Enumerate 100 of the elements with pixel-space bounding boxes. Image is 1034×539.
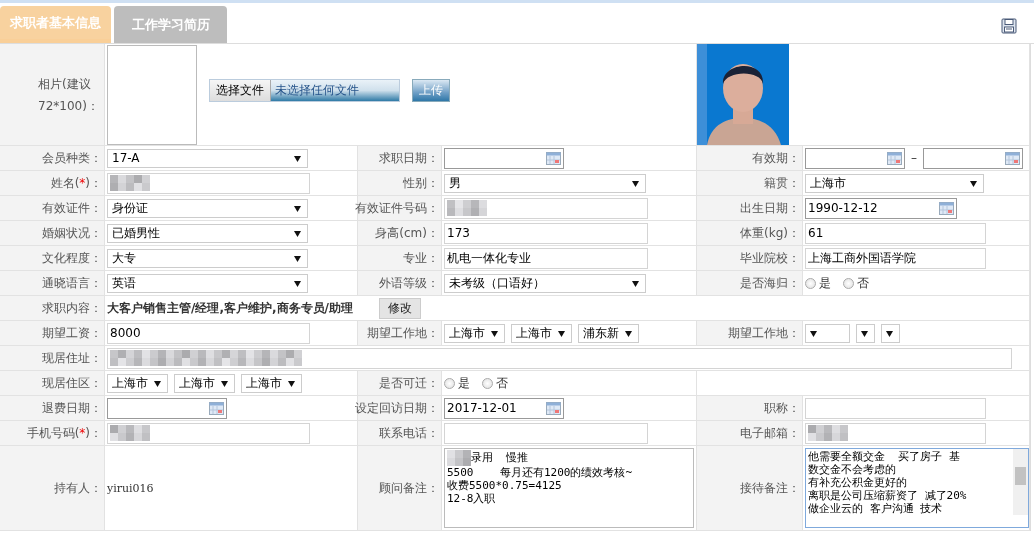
field-label: 有效证件： [42, 199, 102, 217]
calendar-icon[interactable] [1005, 151, 1020, 165]
field-label: 是否海归： [740, 274, 800, 292]
radio-button[interactable] [482, 377, 493, 389]
radio-option[interactable]: 否 [482, 374, 508, 392]
field-label: 持有人： [54, 479, 102, 497]
field-label: 婚姻状况： [42, 224, 102, 242]
dropdown[interactable]: 已婚男性 [107, 223, 308, 243]
save-icon[interactable] [1001, 18, 1017, 34]
field-label: 专业： [403, 249, 439, 267]
field-label: 设定回访日期： [355, 399, 439, 417]
date-field[interactable] [923, 147, 1023, 169]
owner-name: yirui016 [107, 481, 154, 495]
field-label: 联系电话： [379, 424, 439, 442]
calendar-icon[interactable] [887, 151, 902, 165]
dropdown[interactable]: 男 [444, 173, 646, 193]
field-label: 期望工资： [42, 324, 102, 342]
dropdown[interactable]: 17-A [107, 148, 308, 168]
dropdown[interactable]: 未考级（口语好） [444, 273, 646, 293]
calendar-icon[interactable] [209, 401, 224, 415]
dropdown[interactable] [881, 323, 900, 343]
field-label: 求职内容： [42, 299, 102, 317]
caret-icon [294, 254, 301, 262]
calendar-icon[interactable] [546, 401, 561, 415]
field-label: 通晓语言： [42, 274, 102, 292]
input-field[interactable] [805, 397, 986, 419]
caret-icon [625, 329, 632, 337]
field-label: 会员种类： [42, 149, 102, 167]
date-field[interactable] [444, 147, 564, 169]
field-label: 姓名(*)： [50, 174, 102, 192]
field-label: 籍贯： [764, 174, 800, 192]
caret-icon [810, 329, 817, 337]
dropdown[interactable]: 浦东新 [578, 323, 639, 343]
calendar-icon[interactable] [546, 151, 561, 165]
job-categories: 大客户销售主管/经理,客户维护,商务专员/助理 [107, 299, 353, 317]
field-label: 期望工作地： [728, 324, 800, 342]
notes-field[interactable]: 他需要全额交金 买了房子 基 数交金不会考虑的 有补充公积金更好的 离职是公司压缩薪资了 减了20% 做企业云的 客户沟通 技术 [805, 448, 1029, 528]
date-field[interactable]: 2017-12-01 [444, 397, 564, 419]
edit-button[interactable]: 修改 [378, 297, 421, 319]
caret-icon [294, 154, 301, 162]
dropdown[interactable]: 上海市 [444, 323, 505, 343]
caret-icon [861, 329, 868, 337]
radio-option[interactable]: 否 [843, 274, 869, 292]
dropdown[interactable]: 上海市 [805, 173, 984, 193]
field-label: 接待备注： [740, 479, 800, 497]
field-label: 职称： [764, 399, 800, 417]
field-label: 体重(kg)： [740, 224, 800, 242]
input-field[interactable]: 机电一体化专业 [444, 247, 648, 269]
date-field[interactable] [107, 397, 227, 419]
radio-button[interactable] [805, 277, 816, 289]
field-label: 性别： [403, 174, 439, 192]
caret-icon [288, 379, 295, 387]
dropdown[interactable] [805, 323, 850, 343]
scrollbar[interactable] [1013, 449, 1028, 515]
input-field[interactable]: 8000 [107, 322, 310, 344]
input-field[interactable]: 61 [805, 222, 986, 244]
input-field[interactable] [444, 422, 648, 444]
range-separator: – [911, 151, 917, 165]
radio-option[interactable]: 是 [444, 374, 470, 392]
dropdown[interactable]: 英语 [107, 273, 308, 293]
input-field[interactable] [107, 172, 310, 194]
field-label: 现居住区： [42, 374, 102, 392]
input-field[interactable] [107, 422, 310, 444]
dropdown[interactable]: 上海市 [511, 323, 572, 343]
field-label: 手机号码(*)： [26, 424, 102, 442]
dropdown[interactable]: 上海市 [174, 373, 235, 393]
file-input[interactable]: 选择文件 未选择任何文件 [209, 79, 400, 102]
caret-icon [632, 179, 639, 187]
field-label: 文化程度： [42, 249, 102, 267]
dropdown[interactable]: 上海市 [107, 373, 168, 393]
field-label: 有效期： [752, 149, 800, 167]
dropdown[interactable]: 身份证 [107, 198, 308, 218]
notes-field[interactable]: 录用 慢推 5500 每月还有1200的绩效考核~ 收费5500*0.75=4125 12-8入职 [444, 448, 694, 528]
caret-icon [558, 329, 565, 337]
dropdown[interactable]: 上海市 [241, 373, 302, 393]
radio-button[interactable] [843, 277, 854, 289]
input-field[interactable] [805, 422, 986, 444]
field-label: 期望工作地： [367, 324, 439, 342]
field-label: 有效证件号码： [355, 199, 439, 217]
caret-icon [294, 279, 301, 287]
input-field[interactable] [444, 197, 648, 219]
field-label: 身高(cm)： [375, 224, 439, 242]
dropdown[interactable] [856, 323, 875, 343]
calendar-icon[interactable] [939, 201, 954, 215]
caret-icon [632, 279, 639, 287]
radio-option[interactable]: 是 [805, 274, 831, 292]
caret-icon [491, 329, 498, 337]
photo-label: 相片(建议72*100)： [38, 75, 100, 115]
caret-icon [294, 229, 301, 237]
field-label: 出生日期： [740, 199, 800, 217]
caret-icon [221, 379, 228, 387]
field-label: 现居住址： [42, 349, 102, 367]
dropdown[interactable]: 大专 [107, 248, 308, 268]
field-label: 顾问备注： [379, 479, 439, 497]
field-label: 外语等级： [379, 274, 439, 292]
date-field[interactable]: 1990-12-12 [805, 197, 957, 219]
radio-button[interactable] [444, 377, 455, 389]
date-field[interactable] [805, 147, 905, 169]
input-field[interactable]: 173 [444, 222, 648, 244]
input-field[interactable]: 上海工商外国语学院 [805, 247, 986, 269]
